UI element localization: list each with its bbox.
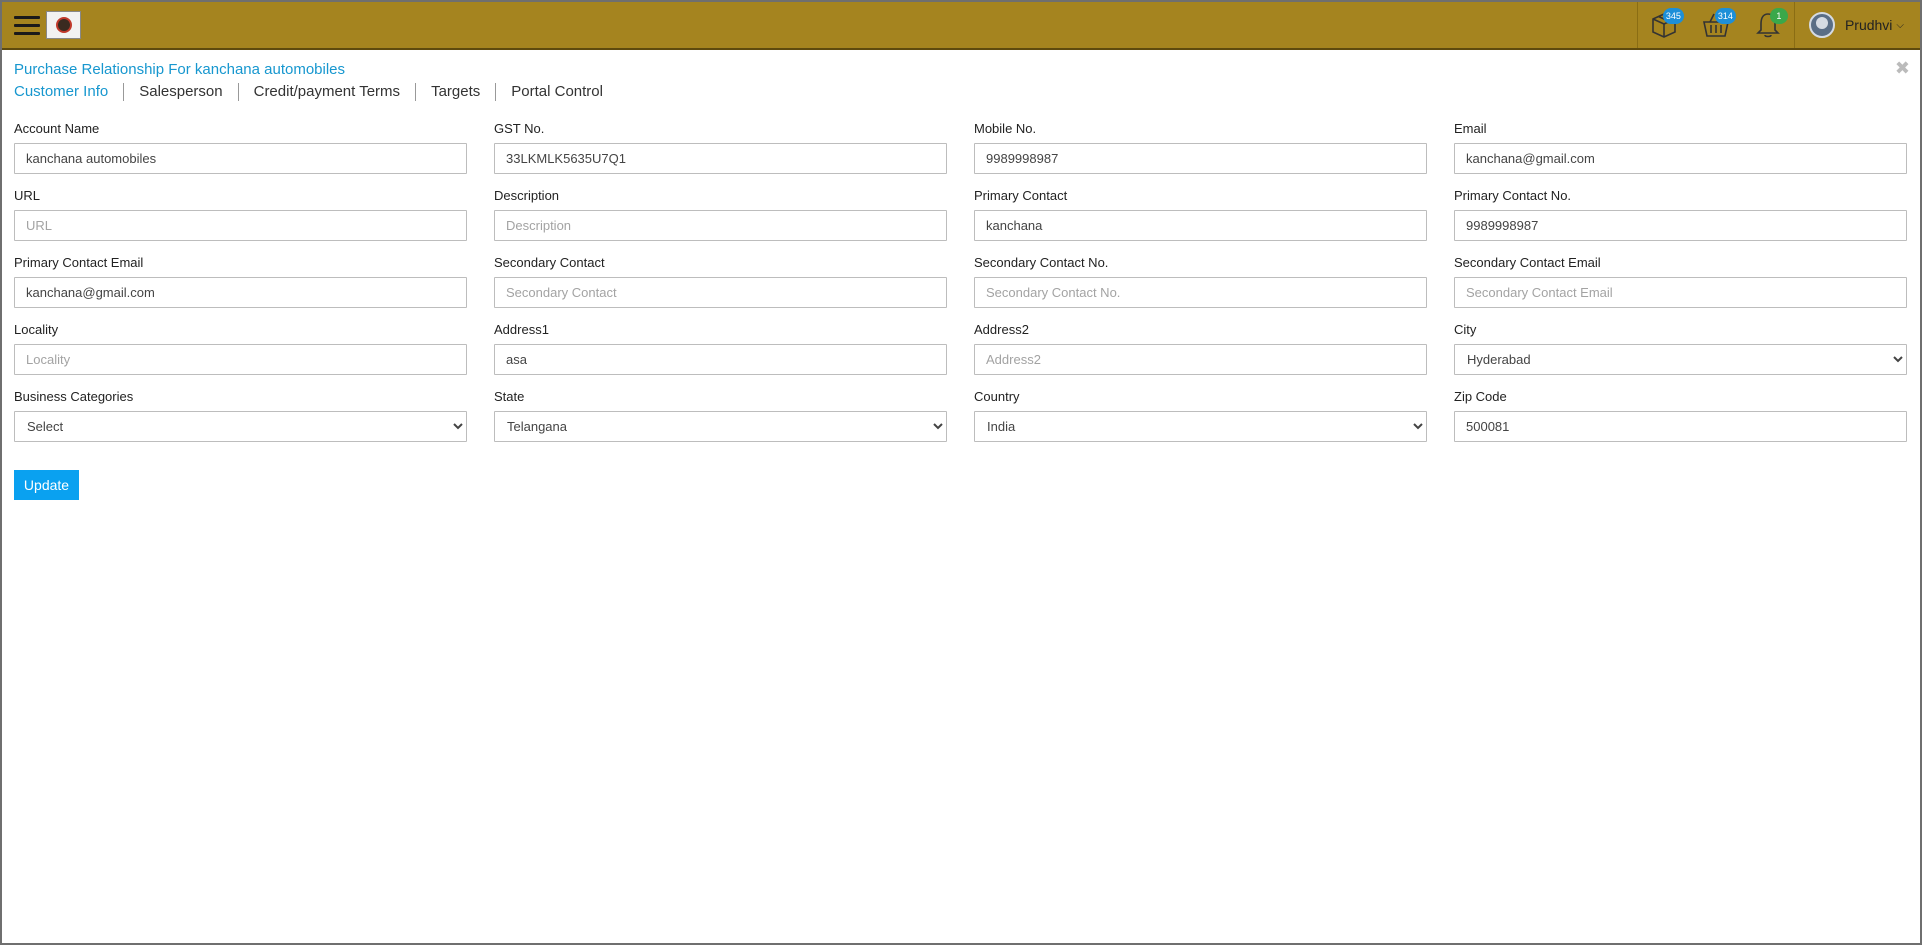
address2-field: Address2 <box>974 322 1427 375</box>
secondary-contact-no-input[interactable] <box>974 277 1427 308</box>
tab-customer-info[interactable]: Customer Info <box>14 83 123 101</box>
country-select[interactable]: India <box>974 411 1427 442</box>
description-input[interactable] <box>494 210 947 241</box>
email-input[interactable] <box>1454 143 1907 174</box>
top-navbar: 345 314 1 Prudhvi ⌵ <box>2 2 1920 50</box>
customer-info-form: Account Name GST No. Mobile No. Email UR… <box>14 121 1908 442</box>
secondary-contact-label: Secondary Contact <box>494 255 605 270</box>
account-name-field: Account Name <box>14 121 467 174</box>
primary-contact-email-input[interactable] <box>14 277 467 308</box>
packages-count-badge: 345 <box>1662 8 1684 24</box>
update-button[interactable]: Update <box>14 470 79 500</box>
account-name-label: Account Name <box>14 121 100 136</box>
country-label: Country <box>974 389 1020 404</box>
company-logo[interactable] <box>46 11 81 39</box>
locality-field: Locality <box>14 322 467 375</box>
tab-targets[interactable]: Targets <box>415 83 495 101</box>
city-select[interactable]: Hyderabad <box>1454 344 1907 375</box>
email-field: Email <box>1454 121 1907 174</box>
secondary-contact-input[interactable] <box>494 277 947 308</box>
avatar <box>1808 12 1835 38</box>
mobile-no-field: Mobile No. <box>974 121 1427 174</box>
zip-code-field: Zip Code <box>1454 389 1907 442</box>
gst-no-label: GST No. <box>494 121 545 136</box>
chevron-down-icon: ⌵ <box>1896 19 1904 31</box>
basket-count-badge: 314 <box>1714 8 1736 24</box>
url-label: URL <box>14 188 41 203</box>
url-field: URL <box>14 188 467 241</box>
mobile-no-label: Mobile No. <box>974 121 1037 136</box>
primary-contact-input[interactable] <box>974 210 1427 241</box>
hamburger-menu-icon[interactable] <box>14 16 40 36</box>
address2-label: Address2 <box>974 322 1029 337</box>
city-field: City Hyderabad <box>1454 322 1907 375</box>
secondary-contact-email-label: Secondary Contact Email <box>1454 255 1601 270</box>
secondary-contact-email-input[interactable] <box>1454 277 1907 308</box>
primary-contact-email-label: Primary Contact Email <box>14 255 144 270</box>
country-field: Country India <box>974 389 1427 442</box>
business-categories-select[interactable]: Select <box>14 411 467 442</box>
description-field: Description <box>494 188 947 241</box>
secondary-contact-no-field: Secondary Contact No. <box>974 255 1427 308</box>
address2-input[interactable] <box>974 344 1427 375</box>
primary-contact-email-field: Primary Contact Email <box>14 255 467 308</box>
state-label: State <box>494 389 525 404</box>
locality-input[interactable] <box>14 344 467 375</box>
tab-salesperson[interactable]: Salesperson <box>123 83 237 101</box>
state-select[interactable]: Telangana <box>494 411 947 442</box>
tab-portal-control[interactable]: Portal Control <box>495 83 618 101</box>
zip-code-label: Zip Code <box>1454 389 1507 404</box>
primary-contact-field: Primary Contact <box>974 188 1427 241</box>
notification-count-badge: 1 <box>1769 8 1788 24</box>
secondary-contact-email-field: Secondary Contact Email <box>1454 255 1907 308</box>
primary-contact-no-field: Primary Contact No. <box>1454 188 1907 241</box>
address1-input[interactable] <box>494 344 947 375</box>
bell-icon[interactable]: 1 <box>1742 2 1794 48</box>
zip-code-input[interactable] <box>1454 411 1907 442</box>
city-label: City <box>1454 322 1477 337</box>
account-name-input[interactable] <box>14 143 467 174</box>
primary-contact-no-label: Primary Contact No. <box>1454 188 1572 203</box>
description-label: Description <box>494 188 560 203</box>
tab-credit-payment-terms[interactable]: Credit/payment Terms <box>237 83 415 101</box>
address1-label: Address1 <box>494 322 549 337</box>
tab-bar: Customer Info Salesperson Credit/payment… <box>14 83 618 101</box>
gst-no-field: GST No. <box>494 121 947 174</box>
url-input[interactable] <box>14 210 467 241</box>
secondary-contact-field: Secondary Contact <box>494 255 947 308</box>
business-categories-field: Business Categories Select <box>14 389 467 442</box>
user-menu[interactable]: Prudhvi ⌵ <box>1795 2 1920 48</box>
page-title: Purchase Relationship For kanchana autom… <box>14 61 346 78</box>
packages-icon[interactable]: 345 <box>1638 2 1690 48</box>
business-categories-label: Business Categories <box>14 389 134 404</box>
mobile-no-input[interactable] <box>974 143 1427 174</box>
state-field: State Telangana <box>494 389 947 442</box>
close-icon[interactable]: ✖ <box>1895 58 1910 79</box>
address1-field: Address1 <box>494 322 947 375</box>
gst-no-input[interactable] <box>494 143 947 174</box>
locality-label: Locality <box>14 322 59 337</box>
primary-contact-no-input[interactable] <box>1454 210 1907 241</box>
primary-contact-label: Primary Contact <box>974 188 1068 203</box>
secondary-contact-no-label: Secondary Contact No. <box>974 255 1109 270</box>
email-label: Email <box>1454 121 1487 136</box>
basket-icon[interactable]: 314 <box>1690 2 1742 48</box>
user-name: Prudhvi <box>1844 17 1893 33</box>
